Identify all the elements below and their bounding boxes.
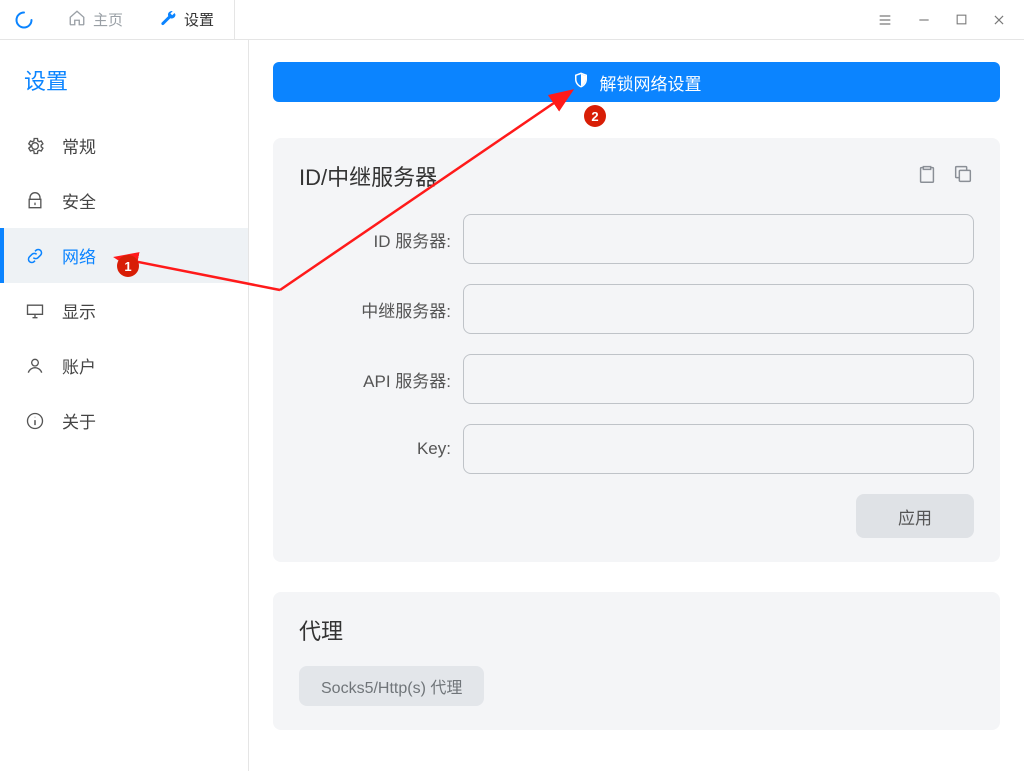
tab-home-label: 主页	[93, 9, 123, 30]
id-server-label: ID 服务器:	[299, 227, 463, 252]
socks5-proxy-chip[interactable]: Socks5/Http(s) 代理	[299, 666, 484, 706]
proxy-card: 代理 Socks5/Http(s) 代理	[273, 592, 1000, 730]
sidebar-item-about[interactable]: 关于	[0, 393, 248, 448]
window-controls	[859, 12, 1024, 28]
row-api-server: API 服务器:	[299, 354, 974, 404]
key-label: Key:	[299, 439, 463, 459]
id-server-input[interactable]	[463, 214, 974, 264]
app-logo-icon	[14, 10, 34, 30]
gear-icon	[24, 136, 46, 156]
tab-home[interactable]: 主页	[54, 0, 143, 39]
home-icon	[68, 9, 86, 31]
link-icon	[24, 246, 46, 266]
apply-button[interactable]: 应用	[856, 494, 974, 538]
sidebar-item-label: 安全	[62, 188, 96, 213]
minimize-icon[interactable]	[917, 13, 931, 27]
proxy-card-title: 代理	[299, 614, 974, 646]
monitor-icon	[24, 301, 46, 321]
main-panel: 解锁网络设置 ID/中继服务器 ID 服务器:	[249, 40, 1024, 771]
wrench-icon	[159, 9, 177, 31]
relay-server-label: 中继服务器:	[299, 297, 463, 322]
sidebar-item-security[interactable]: 安全	[0, 173, 248, 228]
tab-settings-label: 设置	[184, 9, 214, 30]
sidebar-item-account[interactable]: 账户	[0, 338, 248, 393]
info-icon	[24, 411, 46, 431]
sidebar-item-label: 常规	[62, 133, 96, 158]
relay-server-input[interactable]	[463, 284, 974, 334]
tab-strip: 主页 设置	[0, 0, 859, 39]
copy-icon[interactable]	[952, 163, 974, 190]
sidebar-item-label: 关于	[62, 408, 96, 433]
apply-row: 应用	[299, 494, 974, 538]
menu-icon[interactable]	[877, 12, 893, 28]
app-body: 设置 常规 安全 网络 显示	[0, 40, 1024, 771]
server-card-actions	[916, 163, 974, 190]
sidebar-item-label: 显示	[62, 298, 96, 323]
clipboard-icon[interactable]	[916, 163, 938, 190]
titlebar: 主页 设置	[0, 0, 1024, 40]
sidebar-item-label: 网络	[62, 243, 96, 268]
server-card-title: ID/中继服务器	[299, 160, 916, 192]
api-server-label: API 服务器:	[299, 367, 463, 392]
maximize-icon[interactable]	[955, 13, 968, 26]
sidebar: 设置 常规 安全 网络 显示	[0, 40, 249, 771]
server-card-header: ID/中继服务器	[299, 160, 974, 192]
sidebar-item-display[interactable]: 显示	[0, 283, 248, 338]
row-id-server: ID 服务器:	[299, 214, 974, 264]
sidebar-item-network[interactable]: 网络	[0, 228, 248, 283]
shield-icon	[572, 71, 590, 94]
key-input[interactable]	[463, 424, 974, 474]
sidebar-item-general[interactable]: 常规	[0, 118, 248, 173]
app-logo-tab[interactable]	[0, 0, 54, 39]
tab-settings[interactable]: 设置	[143, 0, 235, 39]
lock-icon	[24, 191, 46, 211]
row-key: Key:	[299, 424, 974, 474]
sidebar-item-label: 账户	[62, 353, 96, 378]
api-server-input[interactable]	[463, 354, 974, 404]
row-relay-server: 中继服务器:	[299, 284, 974, 334]
server-card: ID/中继服务器 ID 服务器: 中继服务器:	[273, 138, 1000, 562]
person-icon	[24, 356, 46, 376]
unlock-button-label: 解锁网络设置	[600, 70, 702, 95]
close-icon[interactable]	[992, 13, 1006, 27]
sidebar-title: 设置	[0, 58, 248, 118]
server-form: ID 服务器: 中继服务器: API 服务器: Key: 应用	[299, 214, 974, 538]
unlock-network-settings-button[interactable]: 解锁网络设置	[273, 62, 1000, 102]
